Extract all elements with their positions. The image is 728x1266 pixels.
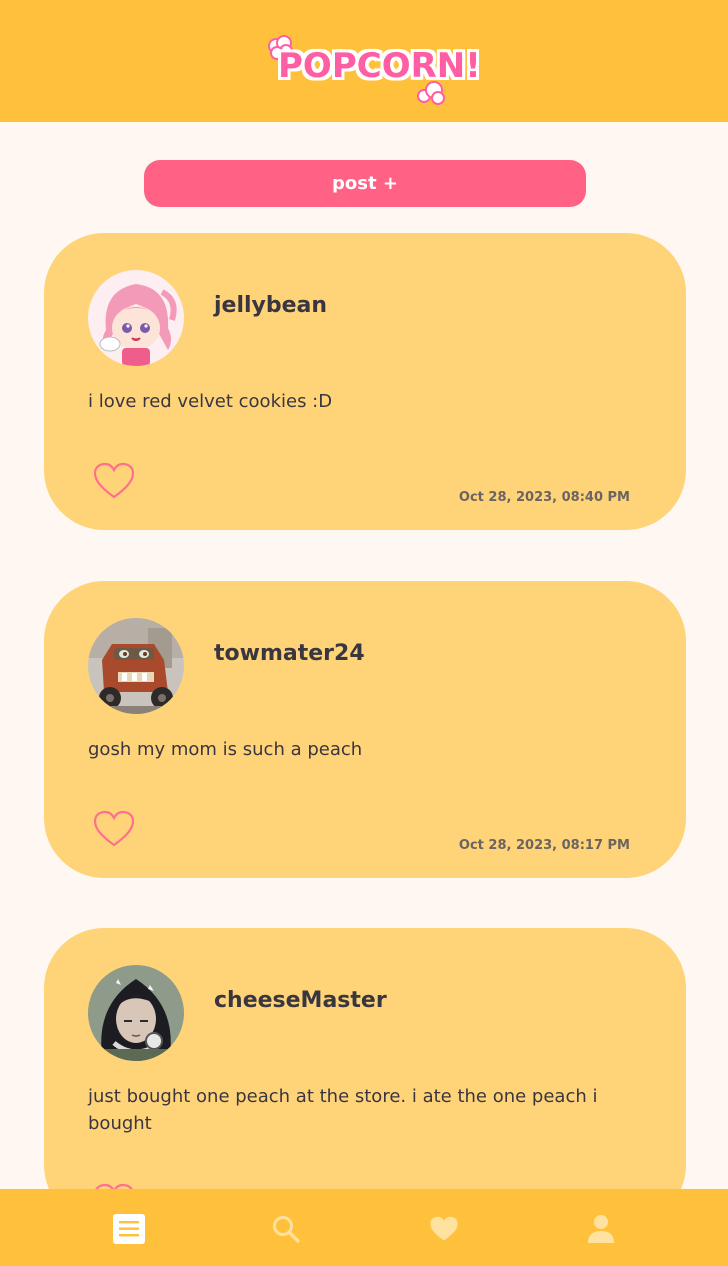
- nav-profile[interactable]: [585, 1213, 617, 1245]
- app-screen: POPCORN! post + jellybean i love red vel…: [0, 0, 728, 1266]
- logo-text: POPCORN!: [278, 46, 481, 86]
- search-icon: [273, 1216, 300, 1243]
- post-card: towmater24 gosh my mom is such a peach O…: [44, 581, 686, 878]
- post-card: cheeseMaster just bought one peach at th…: [44, 928, 686, 1225]
- like-heart-icon[interactable]: [92, 809, 136, 849]
- post-username[interactable]: jellybean: [214, 293, 327, 318]
- nav-likes[interactable]: [428, 1213, 460, 1245]
- new-post-button[interactable]: post +: [144, 160, 586, 207]
- tow-truck-avatar[interactable]: [88, 618, 184, 714]
- post-body: i love red velvet cookies :D: [88, 391, 333, 412]
- post-timestamp: Oct 28, 2023, 08:17 PM: [458, 838, 630, 853]
- nav-search[interactable]: [270, 1213, 302, 1245]
- post-username[interactable]: towmater24: [214, 641, 365, 666]
- bottom-nav: [0, 1189, 728, 1266]
- post-username[interactable]: cheeseMaster: [214, 988, 387, 1013]
- post-card: jellybean i love red velvet cookies :D O…: [44, 233, 686, 530]
- anime-girl-avatar[interactable]: [88, 270, 184, 366]
- post-body: gosh my mom is such a peach: [88, 739, 363, 760]
- profile-icon: [588, 1215, 614, 1243]
- heart-icon: [430, 1216, 458, 1241]
- popcorn-logo[interactable]: POPCORN!: [264, 16, 481, 106]
- post-body: just bought one peach at the store. i at…: [88, 1086, 598, 1134]
- like-heart-icon[interactable]: [92, 461, 136, 501]
- feed-icon: [113, 1214, 145, 1244]
- nav-feed[interactable]: [113, 1213, 145, 1245]
- headphones-girl-avatar[interactable]: [88, 965, 184, 1061]
- post-timestamp: Oct 28, 2023, 08:40 PM: [458, 490, 630, 505]
- app-header: POPCORN!: [0, 0, 728, 122]
